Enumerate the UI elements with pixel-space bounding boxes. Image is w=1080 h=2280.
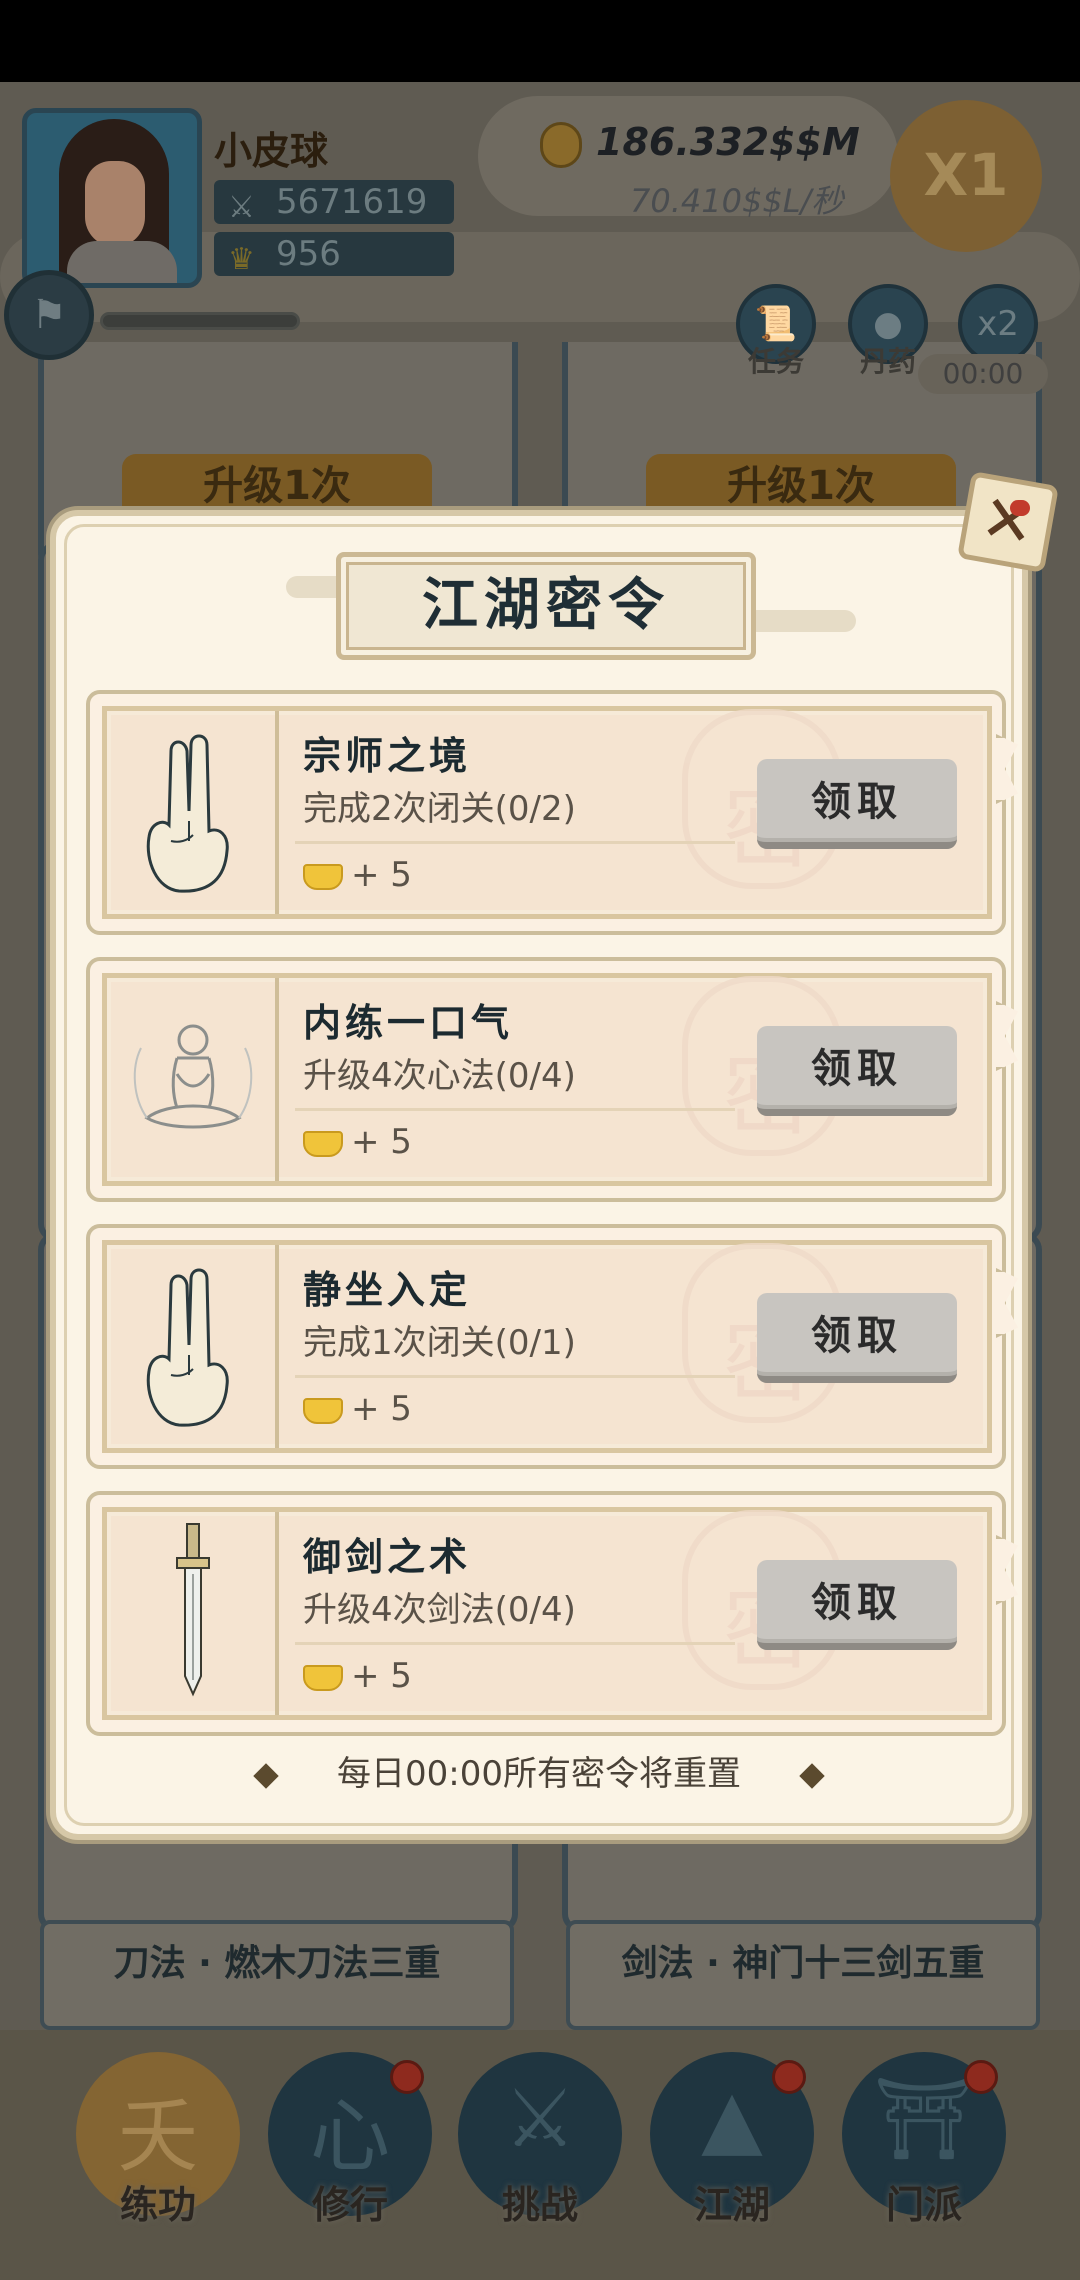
task-reward-amount: + 5 (351, 1122, 412, 1162)
dialog-title: 江湖密令 (422, 573, 670, 638)
crossed-swords-icon: ⚔ (228, 190, 255, 225)
task-reward-amount: + 5 (351, 855, 412, 895)
gold-ingot-icon (303, 1397, 343, 1424)
nav-cultivation[interactable]: 心 修行 (268, 2052, 432, 2227)
status-bar (0, 0, 1080, 82)
secret-orders-dialog: 江湖密令 ✕ 密 宗师之境 完成2次闭关(0/2) + 5 领取 (50, 471, 1059, 1840)
claim-button[interactable]: 领取 (757, 1026, 957, 1116)
dialog-title-plate: 江湖密令 (336, 552, 756, 660)
background-skill-title: 剑法 · 神门十三剑五重 (566, 1920, 1040, 2030)
nav-label: 修行 (311, 2183, 388, 2227)
task-icon-box (107, 1245, 279, 1448)
double-reward-label: x2 (958, 284, 1038, 364)
nav-jianghu[interactable]: ▲ 江湖 (650, 2052, 814, 2227)
notification-badge (390, 2060, 424, 2094)
diamond-icon (799, 1762, 825, 1789)
nav-practice[interactable]: 夭 练功 (76, 2052, 240, 2227)
gold-ingot-icon: ♛ (228, 242, 255, 277)
close-knot-decoration (1010, 500, 1030, 516)
diamond-icon (253, 1762, 279, 1789)
notification-badge (772, 2060, 806, 2094)
gold-ingot-icon (303, 863, 343, 890)
hand-seal-icon (146, 734, 229, 893)
crossed-swords-icon: ⚔ (504, 2072, 576, 2165)
task-card: 密 静坐入定 完成1次闭关(0/1) + 5 领取 (86, 1224, 1018, 1469)
task-name: 御剑之术 (303, 1535, 472, 1579)
nav-label: 练功 (119, 2183, 196, 2227)
task-icon-box (107, 1512, 279, 1715)
game-screen: 升级1次 升级1次 刀法 · 燃木刀法三重 剑法 · 神门十三剑五重 小皮球 ⚔… (0, 0, 1080, 2280)
task-reward-amount: + 5 (351, 1656, 412, 1696)
task-description: 完成2次闭关(0/2) (303, 789, 576, 829)
task-name: 宗师之境 (303, 734, 472, 778)
martial-figure-icon: 夭 (118, 2090, 198, 2183)
title-cloud-decoration (746, 610, 856, 632)
task-reward: + 5 (303, 1122, 412, 1162)
nav-sect[interactable]: ⛩ 门派 (842, 2052, 1006, 2227)
sword-icon (176, 1523, 210, 1697)
coin-value: 186.332$$M (596, 120, 860, 164)
task-description: 完成1次闭关(0/1) (303, 1323, 576, 1363)
claim-button[interactable]: 领取 (757, 1560, 957, 1650)
nav-challenge[interactable]: ⚔ 挑战 (458, 2052, 622, 2227)
task-reward: + 5 (303, 1656, 412, 1696)
power-stat: ⚔ 5671619 (214, 180, 454, 225)
nav-label: 江湖 (693, 2183, 770, 2227)
task-reward: + 5 (303, 855, 412, 895)
experience-bar (100, 312, 300, 330)
task-description: 升级4次心法(0/4) (303, 1056, 576, 1096)
power-value: 5671619 (276, 182, 428, 222)
task-shortcut[interactable]: 📜 任务 (736, 284, 826, 380)
avatar-face (85, 161, 145, 247)
divider (295, 841, 735, 844)
avatar[interactable] (22, 108, 202, 288)
gold-ingot-icon (303, 1130, 343, 1157)
claim-button[interactable]: 领取 (757, 1293, 957, 1383)
hand-seal-icon (146, 1268, 229, 1427)
task-name: 内练一口气 (303, 1001, 514, 1045)
claim-button[interactable]: 领取 (757, 759, 957, 849)
notification-badge (964, 2060, 998, 2094)
nav-label: 挑战 (501, 2183, 578, 2227)
task-shortcut-label: 任务 (747, 345, 804, 378)
task-card-inner: 密 宗师之境 完成2次闭关(0/2) + 5 领取 (102, 706, 992, 919)
task-card-inner: 密 静坐入定 完成1次闭关(0/1) + 5 领取 (102, 1240, 992, 1453)
coin-rate: 70.410$$L/秒 (630, 182, 844, 220)
speed-multiplier-button[interactable]: X1 (890, 100, 1042, 252)
flag-icon[interactable]: ⚑ (4, 270, 94, 360)
task-description: 升级4次剑法(0/4) (303, 1590, 576, 1630)
background-skill-title: 刀法 · 燃木刀法三重 (40, 1920, 514, 2030)
reset-notice-text: 每日00:00所有密令将重置 (337, 1754, 741, 1794)
double-reward-timer: 00:00 (918, 354, 1048, 394)
task-card: 密 御剑之术 升级4次剑法(0/4) + 5 领取 (86, 1491, 1018, 1736)
task-card: 密 内练一口气 升级4次心法(0/4) + 5 领取 (86, 957, 1018, 1202)
gold-ingot-icon (303, 1664, 343, 1691)
coin-icon (540, 122, 582, 168)
task-card-inner: 密 御剑之术 升级4次剑法(0/4) + 5 领取 (102, 1507, 992, 1720)
double-reward-button[interactable]: x2 (958, 284, 1038, 364)
divider (295, 1642, 735, 1645)
nav-label: 门派 (885, 2183, 962, 2227)
reset-notice: 每日00:00所有密令将重置 (56, 1746, 1022, 1795)
divider (295, 1375, 735, 1378)
task-icon-box (107, 711, 279, 914)
player-name: 小皮球 (214, 129, 329, 173)
task-name: 静坐入定 (303, 1268, 472, 1312)
yuanbao-stat: ♛ 956 (214, 232, 454, 277)
task-icon-box (107, 978, 279, 1181)
task-card-inner: 密 内练一口气 升级4次心法(0/4) + 5 领取 (102, 973, 992, 1186)
task-reward-amount: + 5 (351, 1389, 412, 1429)
task-reward: + 5 (303, 1389, 412, 1429)
task-card: 密 宗师之境 完成2次闭关(0/2) + 5 领取 (86, 690, 1018, 935)
avatar-robe (67, 241, 177, 283)
yuanbao-value: 956 (276, 234, 341, 274)
meditation-icon (133, 1024, 253, 1129)
close-button[interactable]: ✕ (957, 471, 1059, 573)
divider (295, 1108, 735, 1111)
